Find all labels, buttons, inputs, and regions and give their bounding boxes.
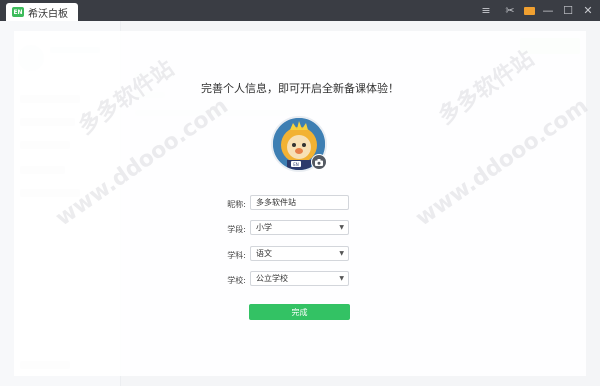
subject-label: 学科: <box>227 251 246 260</box>
close-button[interactable]: ✕ <box>578 3 598 18</box>
app-title: 希沃白板 <box>28 8 68 20</box>
nickname-input[interactable]: 多多软件站 <box>250 195 349 210</box>
school-select[interactable]: 公立学校 ▼ <box>250 271 349 286</box>
school-stage-value: 小学 <box>256 223 272 232</box>
school-stage-select[interactable]: 小学 ▼ <box>250 220 349 235</box>
app-logo-icon: EN <box>12 7 24 17</box>
school-value: 公立学校 <box>256 274 288 283</box>
subject-select[interactable]: 语文 ▼ <box>250 246 349 261</box>
skin-icon[interactable]: ✂ <box>500 3 520 18</box>
camera-icon[interactable] <box>311 154 327 170</box>
done-button[interactable]: 完成 <box>249 304 350 320</box>
nickname-label: 昵称: <box>227 200 246 209</box>
school-label: 学校: <box>227 276 246 285</box>
minimize-button[interactable]: — <box>538 3 558 18</box>
maximize-button[interactable]: ☐ <box>558 3 578 18</box>
school-stage-label: 学段: <box>227 225 246 234</box>
mail-button[interactable] <box>519 3 539 18</box>
school-row: 学校: 公立学校 ▼ <box>0 271 600 288</box>
chevron-down-icon: ▼ <box>339 250 344 257</box>
mail-icon <box>523 6 535 15</box>
chevron-down-icon: ▼ <box>339 275 344 282</box>
app-tab[interactable]: EN 希沃白板 <box>6 3 78 21</box>
chevron-down-icon: ▼ <box>339 224 344 231</box>
nickname-row: 昵称: 多多软件站 <box>0 195 600 212</box>
school-stage-row: 学段: 小学 ▼ <box>0 220 600 237</box>
menu-icon[interactable]: ≡ <box>476 3 496 18</box>
title-bar: EN 希沃白板 ≡ ✂ — ☐ ✕ <box>0 0 600 21</box>
avatar-picker[interactable]: EN <box>271 116 327 172</box>
dialog-heading: 完善个人信息，即可开启全新备课体验！ <box>201 82 399 95</box>
subject-value: 语文 <box>256 249 272 258</box>
subject-row: 学科: 语文 ▼ <box>0 246 600 263</box>
avatar-badge-text: EN <box>293 162 299 167</box>
